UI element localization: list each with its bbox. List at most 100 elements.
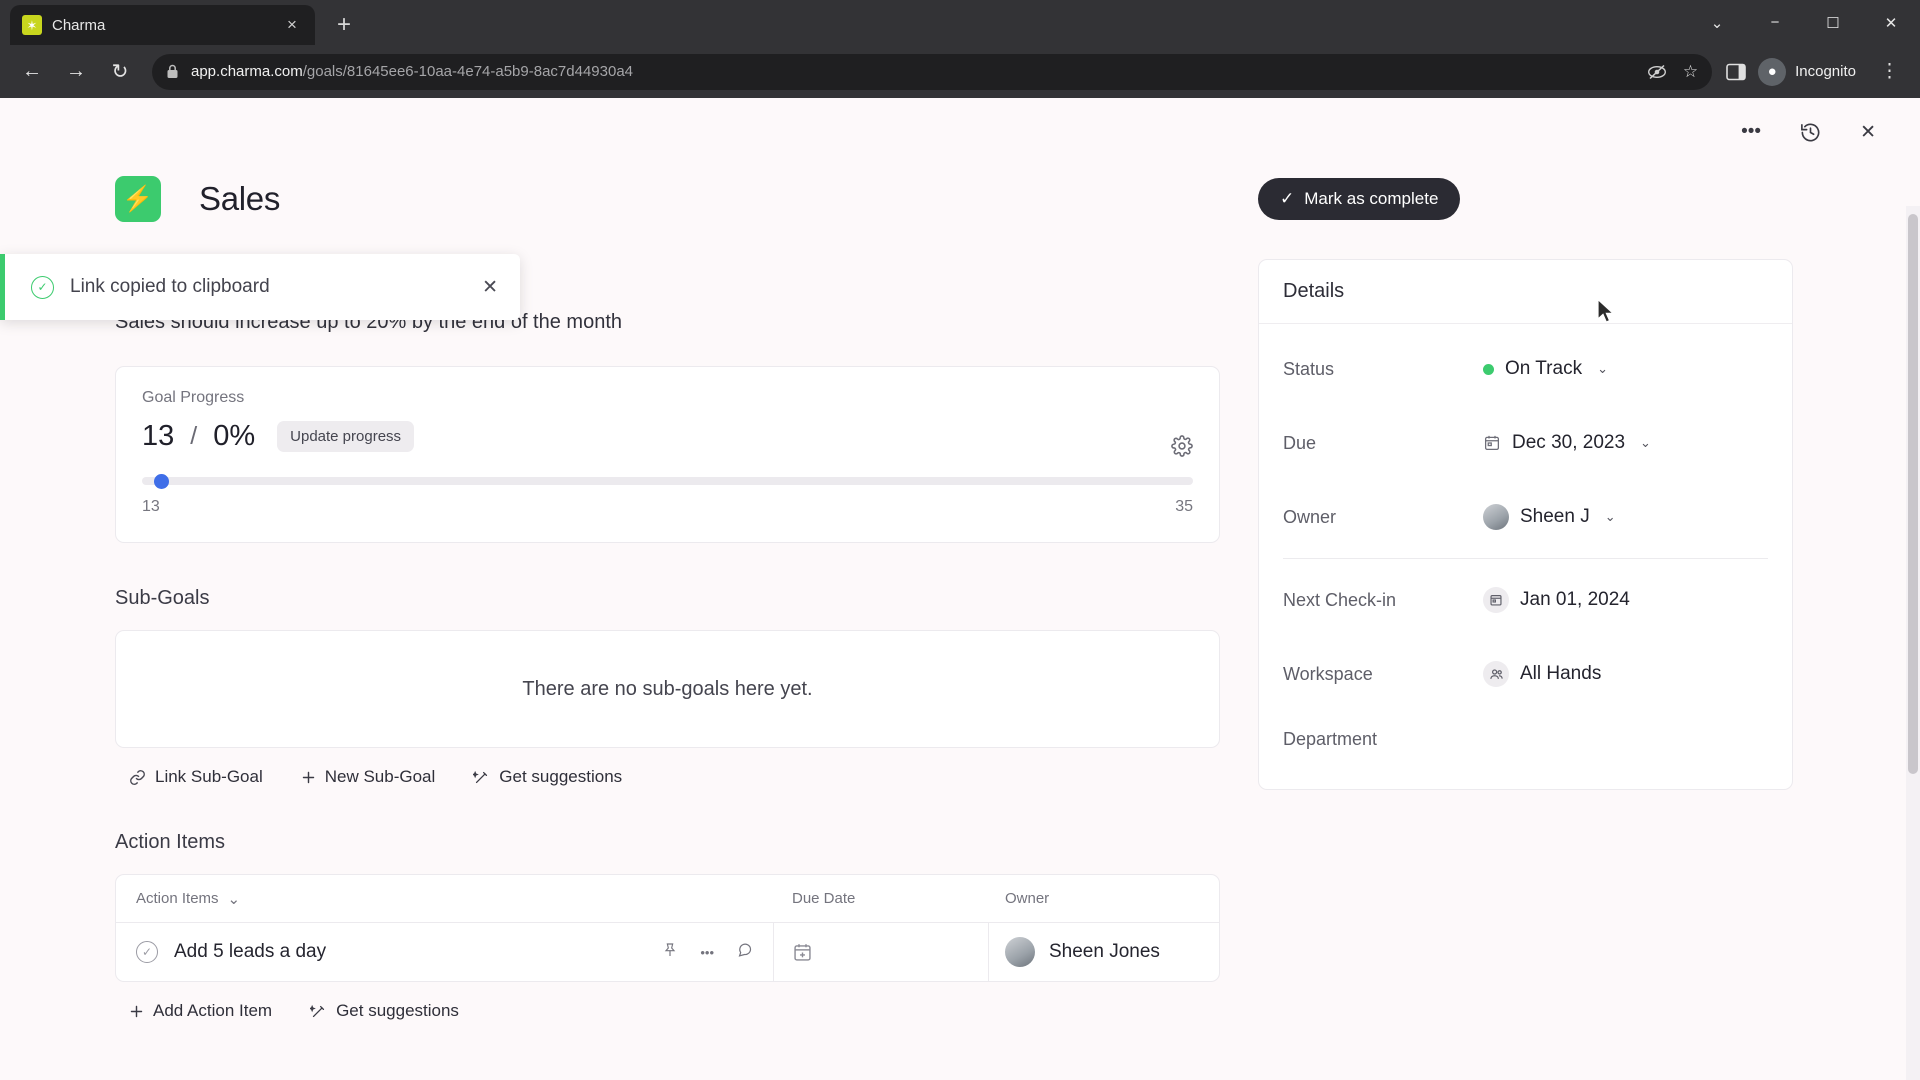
toast-message: Link copied to clipboard <box>70 276 270 297</box>
link-icon <box>129 769 146 786</box>
history-icon[interactable] <box>1799 121 1822 144</box>
progress-scale: 13 35 <box>142 498 1193 516</box>
new-sub-goal-button[interactable]: New Sub-Goal <box>301 767 435 787</box>
action-item-name-cell: ✓ Add 5 leads a day ••• <box>116 923 774 981</box>
progress-slider-handle[interactable] <box>154 474 169 489</box>
page-title[interactable]: Sales <box>199 180 280 218</box>
detail-row-workspace: Workspace All Hands <box>1283 637 1768 711</box>
workspace-value-wrap[interactable]: All Hands <box>1483 661 1601 687</box>
due-date-picker[interactable]: Dec 30, 2023 ⌄ <box>1483 432 1651 454</box>
get-suggestions-actions-button[interactable]: Get suggestions <box>310 1001 459 1021</box>
more-options-icon[interactable]: ••• <box>700 945 714 960</box>
details-column: ✓ Mark as complete Details Status On Tra… <box>1258 166 1793 790</box>
action-item-owner-cell[interactable]: Sheen Jones <box>989 937 1219 967</box>
magic-wand-icon <box>310 1003 327 1020</box>
details-divider <box>1283 558 1768 559</box>
address-bar[interactable]: app.charma.com/goals/81645ee6-10aa-4e74-… <box>152 53 1713 90</box>
progress-slider[interactable] <box>142 474 1193 489</box>
status-badge[interactable]: On Track ⌄ <box>1483 358 1608 380</box>
reload-button[interactable]: ↻ <box>102 54 138 90</box>
details-body: Status On Track ⌄ Due Dec 30, 2023 ⌄ Own… <box>1259 324 1792 789</box>
get-suggestions-actions-label: Get suggestions <box>336 1001 459 1020</box>
comment-icon[interactable] <box>736 941 753 963</box>
bookmark-star-icon[interactable]: ☆ <box>1683 62 1698 82</box>
close-window-button[interactable]: ✕ <box>1862 0 1920 45</box>
details-card: Details Status On Track ⌄ Due Dec 30, 20… <box>1258 259 1793 790</box>
detail-row-status: Status On Track ⌄ <box>1283 332 1768 406</box>
mark-as-complete-button[interactable]: ✓ Mark as complete <box>1258 178 1461 220</box>
table-header-row: Action Items ⌄ Due Date Owner <box>116 875 1219 923</box>
back-button[interactable]: ← <box>14 54 50 90</box>
column-header-action-items-label: Action Items <box>136 890 219 907</box>
profile-incognito-chip[interactable]: ● Incognito <box>1754 54 1866 90</box>
plus-icon <box>129 1004 144 1019</box>
chevron-down-icon: ⌄ <box>227 890 241 908</box>
close-tab-icon[interactable]: × <box>281 15 303 35</box>
more-options-icon[interactable]: ••• <box>1741 121 1761 143</box>
tracking-protection-icon[interactable] <box>1647 63 1667 81</box>
calendar-icon <box>1483 434 1501 452</box>
minimize-button[interactable]: − <box>1746 0 1804 45</box>
detail-row-department: Department <box>1283 711 1768 767</box>
incognito-icon: ● <box>1758 57 1787 86</box>
action-item-title[interactable]: Add 5 leads a day <box>174 941 326 963</box>
status-dot-icon <box>1483 363 1494 375</box>
link-sub-goal-button[interactable]: Link Sub-Goal <box>129 767 263 787</box>
progress-separator: / <box>190 422 198 450</box>
add-action-item-button[interactable]: Add Action Item <box>129 1001 272 1021</box>
detail-row-next-checkin: Next Check-in Jan 01, 2024 <box>1283 563 1768 637</box>
people-icon <box>1483 661 1509 687</box>
close-panel-icon[interactable]: ✕ <box>1860 121 1876 144</box>
update-progress-button[interactable]: Update progress <box>277 421 415 452</box>
get-suggestions-subgoals-button[interactable]: Get suggestions <box>473 767 622 787</box>
chevron-down-icon: ⌄ <box>1597 361 1608 376</box>
url-host: app.charma.com <box>191 63 303 80</box>
new-tab-button[interactable]: + <box>329 11 359 39</box>
scrollbar-thumb[interactable] <box>1908 214 1918 774</box>
table-row[interactable]: ✓ Add 5 leads a day ••• Sheen Jones <box>116 923 1219 981</box>
action-items-actions: Add Action Item Get suggestions <box>115 1001 1220 1021</box>
forward-button[interactable]: → <box>58 54 94 90</box>
chevron-down-icon: ⌄ <box>1640 435 1651 450</box>
row-action-icons: ••• <box>662 941 773 964</box>
maximize-button[interactable]: ☐ <box>1804 0 1862 45</box>
mouse-cursor <box>1597 298 1615 323</box>
magic-wand-icon <box>473 769 490 786</box>
tab-strip: ✶ Charma × + ⌄ − ☐ ✕ <box>0 0 1920 45</box>
progress-current-value: 13 <box>142 420 175 452</box>
tab-search-icon[interactable]: ⌄ <box>1688 0 1746 45</box>
browser-chrome: ✶ Charma × + ⌄ − ☐ ✕ ← → ↻ app.charma.co… <box>0 0 1920 98</box>
action-items-label: Action Items <box>115 831 226 853</box>
detail-label-workspace: Workspace <box>1283 663 1373 684</box>
profile-label: Incognito <box>1795 63 1856 80</box>
column-header-owner: Owner <box>1005 890 1050 907</box>
lightning-bolt-icon[interactable]: ⚡ <box>115 176 161 222</box>
link-sub-goal-label: Link Sub-Goal <box>155 767 263 786</box>
add-action-item-label: Add Action Item <box>153 1001 273 1020</box>
pin-icon[interactable] <box>662 941 678 964</box>
chevron-down-icon: ⌄ <box>1604 509 1616 524</box>
sub-goals-label: Sub-Goals <box>115 587 210 609</box>
detail-row-owner: Owner Sheen J ⌄ <box>1283 480 1768 554</box>
calendar-icon <box>1483 587 1509 613</box>
action-item-due-cell[interactable] <box>774 923 989 981</box>
browser-menu-icon[interactable]: ⋮ <box>1874 60 1906 83</box>
url-path: /goals/81645ee6-10aa-4e74-a5b9-8ac7d4493… <box>302 63 634 80</box>
next-checkin-value-wrap[interactable]: Jan 01, 2024 <box>1483 587 1630 613</box>
close-toast-icon[interactable]: ✕ <box>482 276 498 299</box>
detail-label-due: Due <box>1283 432 1317 453</box>
complete-checkbox-icon[interactable]: ✓ <box>136 941 158 963</box>
side-panel-icon[interactable] <box>1726 63 1746 81</box>
calendar-plus-icon[interactable] <box>792 942 813 963</box>
sub-goals-actions: Link Sub-Goal New Sub-Goal Get suggestio… <box>115 767 1220 787</box>
owner-picker[interactable]: Sheen J ⌄ <box>1483 504 1616 530</box>
plus-icon <box>301 770 316 785</box>
gear-icon[interactable] <box>1171 435 1193 457</box>
column-header-action-items[interactable]: Action Items ⌄ <box>116 890 774 908</box>
success-check-icon: ✓ <box>31 275 54 299</box>
goal-header: ⚡ Sales <box>115 176 1220 222</box>
browser-tab[interactable]: ✶ Charma × <box>10 5 315 45</box>
sub-goals-empty-card: There are no sub-goals here yet. <box>115 630 1220 748</box>
goal-progress-values: 13 / 0% Update progress <box>142 420 1193 453</box>
action-items-table: Action Items ⌄ Due Date Owner ✓ Add 5 le… <box>115 874 1220 982</box>
